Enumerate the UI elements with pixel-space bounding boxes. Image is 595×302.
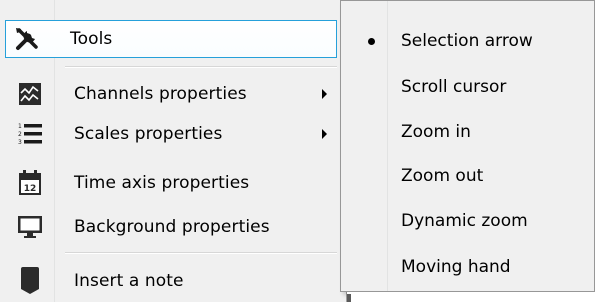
- menu-item-time-axis-properties[interactable]: 12 Time axis properties: [5, 164, 337, 202]
- radio-bullet-icon: [368, 37, 375, 45]
- menu-item-channels-properties[interactable]: Channels properties: [5, 75, 337, 113]
- submenu-arrow-icon: [322, 129, 327, 139]
- submenu-arrow-icon: [322, 89, 327, 99]
- menu-item-scales-properties[interactable]: 1 2 3 Scales properties: [5, 115, 337, 153]
- submenu-item-moving-hand[interactable]: Moving hand: [343, 245, 592, 289]
- submenu-item-label: Selection arrow: [401, 31, 533, 51]
- menu-item-label: Tools: [70, 29, 113, 49]
- context-menu-screen: Tools Channels properties 1 2 3 Scales p…: [0, 0, 595, 302]
- menu-separator: [65, 252, 337, 254]
- submenu-item-label: Moving hand: [401, 257, 511, 277]
- submenu-item-selection-arrow[interactable]: Selection arrow: [343, 19, 592, 63]
- scales-list-icon: 1 2 3: [16, 120, 44, 148]
- context-menu: Tools Channels properties 1 2 3 Scales p…: [0, 0, 347, 302]
- menu-item-background-properties[interactable]: Background properties: [5, 208, 337, 246]
- menu-item-label: Time axis properties: [74, 173, 250, 193]
- submenu-item-label: Dynamic zoom: [401, 211, 528, 231]
- background-window-edge: [347, 292, 595, 302]
- submenu-item-label: Scroll cursor: [401, 77, 507, 97]
- calendar-icon: 12: [16, 169, 44, 197]
- menu-item-insert-note[interactable]: Insert a note: [5, 262, 337, 300]
- channels-icon: [16, 80, 44, 108]
- submenu-item-zoom-out[interactable]: Zoom out: [343, 154, 592, 198]
- submenu-item-dynamic-zoom[interactable]: Dynamic zoom: [343, 199, 592, 243]
- menu-item-label: Background properties: [74, 217, 270, 237]
- note-tag-icon: [16, 267, 44, 295]
- submenu-item-label: Zoom in: [401, 122, 471, 142]
- menu-item-label: Channels properties: [74, 84, 247, 104]
- svg-text:2: 2: [18, 131, 22, 138]
- submenu-item-scroll-cursor[interactable]: Scroll cursor: [343, 65, 592, 109]
- tools-icon: [13, 25, 41, 53]
- menu-item-label: Insert a note: [74, 271, 184, 291]
- submenu-item-zoom-in[interactable]: Zoom in: [343, 110, 592, 154]
- menu-item-tools[interactable]: Tools: [5, 20, 337, 58]
- tools-submenu: Selection arrow Scroll cursor Zoom in Zo…: [340, 0, 595, 292]
- submenu-item-label: Zoom out: [401, 166, 484, 186]
- svg-text:3: 3: [18, 139, 22, 146]
- svg-text:12: 12: [24, 184, 37, 194]
- monitor-icon: [16, 213, 44, 241]
- svg-text:1: 1: [18, 123, 22, 130]
- menu-separator: [65, 66, 337, 68]
- menu-item-label: Scales properties: [74, 124, 223, 144]
